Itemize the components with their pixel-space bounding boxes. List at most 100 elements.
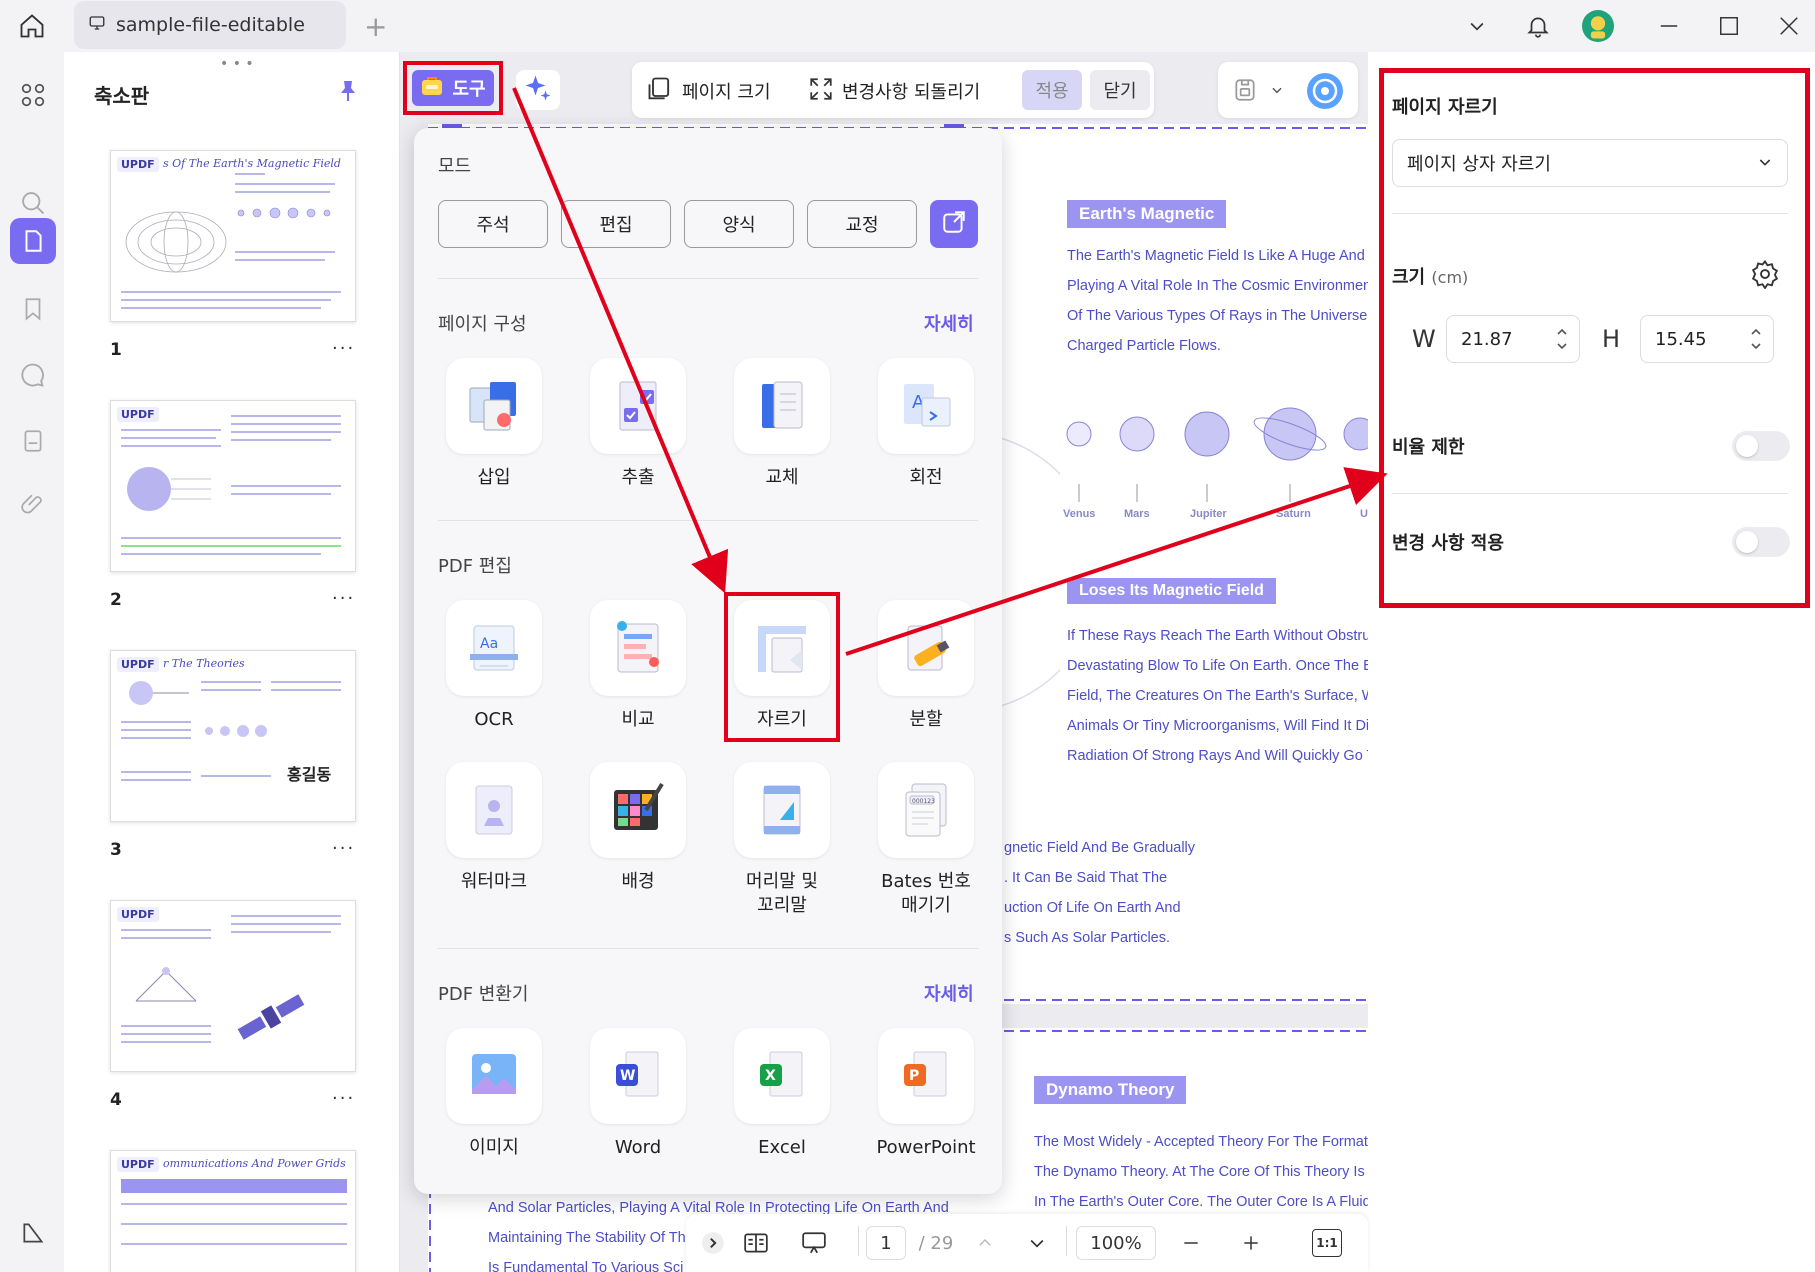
convert-image-tool[interactable]: 이미지 <box>424 1028 564 1160</box>
zoom-out-icon[interactable] <box>1176 1226 1206 1260</box>
avatar[interactable] <box>1582 10 1614 42</box>
insert-icon <box>446 358 542 454</box>
page-thumbnail-2[interactable]: UPDF <box>110 400 356 572</box>
save-icon[interactable] <box>1232 76 1258 108</box>
ocr-icon: Aa <box>446 600 542 696</box>
zoom-level[interactable]: 100% <box>1076 1226 1156 1260</box>
page-organize-more-link[interactable]: 자세히 <box>924 310 974 336</box>
pin-icon[interactable] <box>336 78 360 108</box>
crop-tool-highlight-box <box>724 592 840 742</box>
expand-panel-icon[interactable] <box>698 1226 728 1260</box>
apply-button[interactable]: 적용 <box>1022 70 1082 110</box>
crop-settings-panel: 페이지 자르기 페이지 상자 자르기 크기 (cm) W 21.87 H 15.… <box>1368 52 1815 1272</box>
image-icon <box>446 1028 542 1124</box>
background-label: 배경 <box>621 871 655 892</box>
open-external-button[interactable] <box>930 200 978 248</box>
document-tab[interactable]: sample-file-editable <box>74 1 346 49</box>
page-layout-icon[interactable] <box>736 1226 776 1260</box>
attachment-icon[interactable] <box>10 482 56 528</box>
compare-tool[interactable]: 비교 <box>568 600 708 732</box>
thumbnail-more-button[interactable]: ··· <box>332 1088 355 1109</box>
convert-word-tool[interactable]: W Word <box>568 1028 708 1160</box>
monitor-icon <box>88 14 106 37</box>
page-thumbnail-5[interactable]: UPDF ommunications And Power Grids <box>110 1150 356 1272</box>
page-thumbnail-3[interactable]: UPDF r The Theories 홍길동 <box>110 650 356 822</box>
bell-icon[interactable] <box>1522 10 1554 42</box>
width-value: 21.87 <box>1461 328 1513 350</box>
width-stepper[interactable] <box>1555 324 1569 359</box>
section-heading: Earth's Magnetic <box>1067 200 1227 228</box>
replace-tool[interactable]: 교체 <box>712 358 852 490</box>
thumbnail-page-number: 2 <box>110 590 122 610</box>
next-page-icon[interactable] <box>1022 1226 1052 1260</box>
text-line: In The Earth's Outer Core. The Outer Cor… <box>1034 1194 1368 1210</box>
mode-proofread-button[interactable]: 교정 <box>807 200 917 248</box>
bates-numbering-tool[interactable]: 000123 Bates 번호 매기기 <box>856 762 996 919</box>
insert-tool[interactable]: 삽입 <box>424 358 564 490</box>
drag-handle[interactable]: • • • <box>220 56 254 72</box>
mode-section-title: 모드 <box>438 156 472 177</box>
document-icon[interactable] <box>10 418 56 464</box>
height-stepper[interactable] <box>1749 324 1763 359</box>
extract-tool[interactable]: 추출 <box>568 358 708 490</box>
thumbnail-more-button[interactable]: ··· <box>332 338 355 359</box>
bookmark-icon[interactable] <box>10 286 56 332</box>
mode-edit-button[interactable]: 편집 <box>561 200 671 248</box>
crop-box-select[interactable]: 페이지 상자 자르기 <box>1392 139 1788 187</box>
home-icon[interactable] <box>16 10 48 42</box>
updf-cloud-icon[interactable] <box>1306 72 1344 114</box>
zoom-in-icon[interactable] <box>1236 1226 1266 1260</box>
mode-form-button[interactable]: 양식 <box>684 200 794 248</box>
text-line: The Most Widely - Accepted Theory For Th… <box>1034 1134 1368 1150</box>
save-options-chevron-icon[interactable] <box>1270 82 1284 101</box>
header-footer-label: 머리말 및 꼬리말 <box>746 871 818 917</box>
split-tool[interactable]: 분할 <box>856 600 996 732</box>
thumbnail-more-button[interactable]: ··· <box>332 588 355 609</box>
background-tool[interactable]: 배경 <box>568 762 708 894</box>
thumbnail-panel: • • • 축소판 UPDF s Of The Earth's Magnetic… <box>64 52 400 1272</box>
close-button[interactable]: 닫기 <box>1090 70 1150 110</box>
page-thumbnail-1[interactable]: UPDF s Of The Earth's Magnetic Field <box>110 150 356 322</box>
maximize-icon[interactable] <box>1713 10 1745 42</box>
updf-logo: UPDF <box>117 907 159 922</box>
new-tab-icon[interactable]: + <box>364 10 387 43</box>
ai-assistant-button[interactable] <box>516 70 560 110</box>
planet-label: Jupiter <box>1190 508 1227 520</box>
crop-tool[interactable]: 자르기 <box>712 592 852 742</box>
thumbnails-icon[interactable] <box>10 218 56 264</box>
layers-icon[interactable] <box>10 1210 56 1256</box>
thumbnail-page-number: 4 <box>110 1090 122 1110</box>
page-thumbnail-4[interactable]: UPDF <box>110 900 356 1072</box>
close-window-icon[interactable] <box>1773 10 1805 42</box>
comment-icon[interactable] <box>10 352 56 398</box>
previous-page-icon[interactable] <box>970 1226 1000 1260</box>
watermark-tool[interactable]: 워터마크 <box>424 762 564 894</box>
thumbnail-more-button[interactable]: ··· <box>332 838 355 859</box>
aspect-ratio-toggle[interactable] <box>1732 431 1790 461</box>
gear-icon[interactable] <box>1750 259 1780 293</box>
earth-illustration <box>127 467 211 511</box>
grid-icon[interactable] <box>10 72 56 118</box>
minimize-icon[interactable] <box>1653 10 1685 42</box>
convert-excel-tool[interactable]: X Excel <box>712 1028 852 1160</box>
width-input[interactable]: 21.87 <box>1446 315 1580 363</box>
apply-changes-toggle[interactable] <box>1732 527 1790 557</box>
pdf-converter-more-link[interactable]: 자세히 <box>924 980 974 1006</box>
watermark-label: 워터마크 <box>460 871 528 892</box>
revert-changes-button[interactable]: 변경사항 되돌리기 <box>808 74 980 108</box>
rotate-tool[interactable]: A 회전 <box>856 358 996 490</box>
mode-annotate-button[interactable]: 주석 <box>438 200 548 248</box>
actual-size-button[interactable]: 1:1 <box>1312 1229 1342 1257</box>
extract-label: 추출 <box>621 467 655 488</box>
divider <box>858 1226 859 1256</box>
ocr-tool[interactable]: Aa OCR <box>424 600 564 732</box>
presentation-icon[interactable] <box>794 1226 834 1260</box>
height-input[interactable]: 15.45 <box>1640 315 1774 363</box>
header-footer-tool[interactable]: 머리말 및 꼬리말 <box>712 762 852 919</box>
tools-button[interactable]: 도구 <box>412 70 494 106</box>
page-size-button[interactable]: 페이지 크기 <box>646 74 771 108</box>
page-number-input[interactable]: 1 <box>866 1226 906 1260</box>
convert-excel-label: Excel <box>758 1137 806 1158</box>
convert-powerpoint-tool[interactable]: P PowerPoint <box>856 1028 996 1160</box>
chevron-down-icon[interactable] <box>1461 10 1493 42</box>
